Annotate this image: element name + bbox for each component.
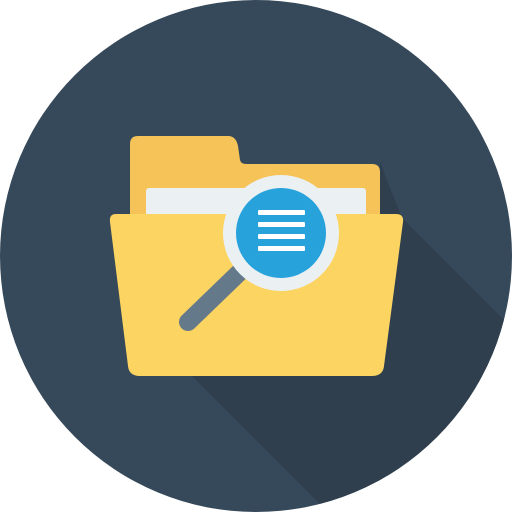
folder-search-icon — [0, 0, 512, 512]
magnifier-glass — [236, 188, 326, 278]
folder-search-graphic — [0, 0, 512, 512]
